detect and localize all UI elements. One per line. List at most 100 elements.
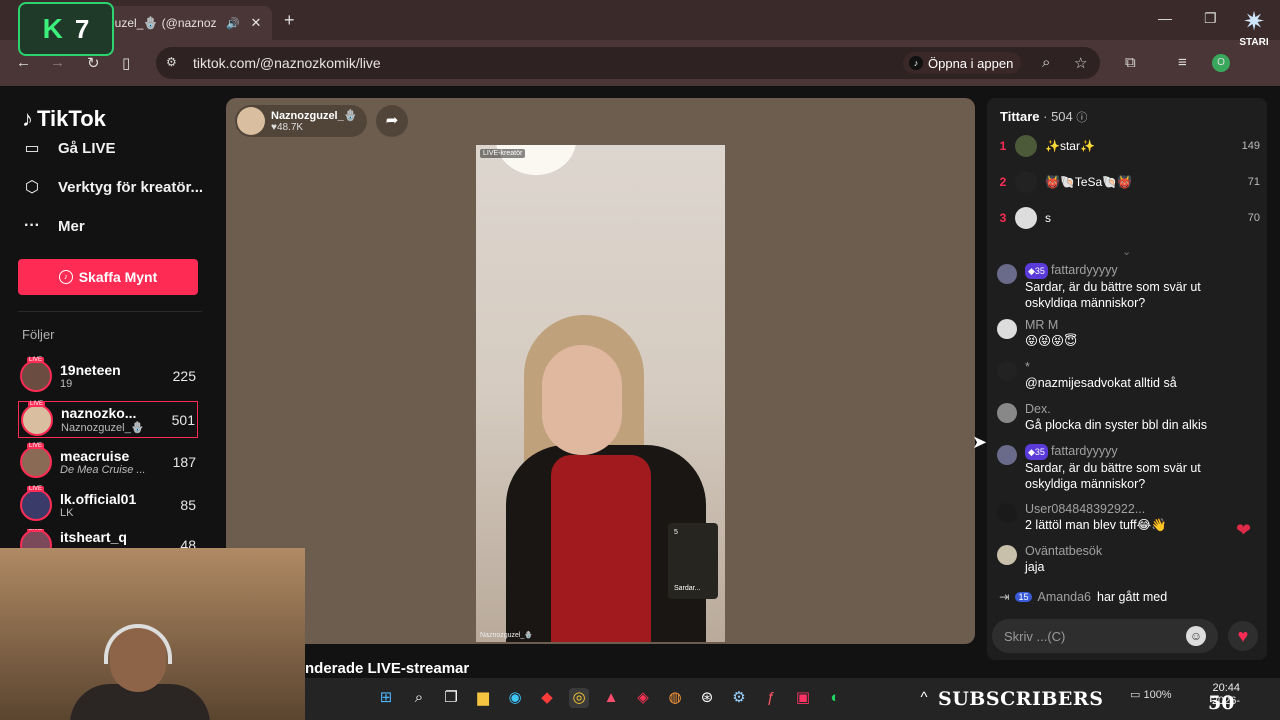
chat-user[interactable]: MR M: [1025, 317, 1077, 333]
tiktok-logo-text: TikTok: [37, 106, 106, 131]
app-orange-icon[interactable]: ◍: [665, 688, 685, 708]
chat-user[interactable]: fattardyyyyy: [1051, 263, 1118, 277]
battery-status[interactable]: ▭ 100%: [1130, 688, 1172, 701]
chat-input[interactable]: Skriv ...(C) ☺: [992, 619, 1218, 653]
following-item[interactable]: LIVE meacruise De Mea Cruise ... 187: [18, 443, 198, 481]
edge-icon[interactable]: ◉: [505, 688, 525, 708]
avatar: LIVE: [21, 400, 53, 436]
site-info-icon[interactable]: ⚙: [166, 55, 177, 69]
avatar: LIVE: [20, 486, 52, 521]
spotify-icon[interactable]: ◐: [825, 688, 845, 708]
host-info[interactable]: Naznozguzel_🪬 ♥48.7K: [235, 105, 368, 137]
nav-creator-tools[interactable]: ⬡ Verktyg för kreatör...: [22, 177, 203, 197]
app-tf-icon[interactable]: ƒ: [761, 688, 781, 708]
windows-start-icon[interactable]: ⊞: [376, 688, 396, 708]
chat-user[interactable]: User084848392922...: [1025, 501, 1167, 517]
steam-icon[interactable]: ⚙: [729, 688, 749, 708]
viewer-count: 85: [180, 497, 196, 513]
tiktok-logo[interactable]: ♪ TikTok: [22, 106, 106, 132]
viewer-rank: 1: [999, 139, 1007, 153]
creator-tools-icon: ⬡: [25, 179, 39, 196]
tray-chevron-up-icon[interactable]: ^: [914, 688, 934, 708]
app-pink-icon[interactable]: ▲: [601, 688, 621, 708]
speaker-icon[interactable]: 🔊: [226, 17, 240, 30]
subscribers-overlay: SUBSCRIBERS: [938, 688, 1104, 710]
battery-icon: ▭: [1130, 689, 1144, 701]
open-in-app-button[interactable]: ♪ Öppna i appen: [903, 52, 1022, 74]
gifter-badge: ◆35: [1025, 444, 1048, 460]
top-viewer-row[interactable]: 3 s 70: [996, 205, 1260, 231]
nav-go-live-label: Gå LIVE: [58, 139, 116, 157]
reload-icon[interactable]: ↻: [87, 54, 100, 72]
chat-user[interactable]: Dex.: [1025, 401, 1207, 417]
bookmark-star-icon[interactable]: ☆: [1074, 54, 1087, 72]
following-item[interactable]: LIVE itsheart_q 48: [18, 529, 198, 549]
media-control-icon[interactable]: ≡: [1178, 54, 1187, 71]
chat-user[interactable]: fattardyyyyy: [1051, 444, 1118, 458]
new-tab-icon[interactable]: +: [284, 10, 295, 31]
app-shield-icon[interactable]: ◈: [633, 688, 653, 708]
chat-avatar: [997, 545, 1017, 565]
task-view-icon[interactable]: ❐: [441, 688, 461, 708]
streamer-face: [542, 345, 622, 455]
chat-user[interactable]: Oväntatbesök: [1025, 543, 1102, 559]
host-avatar[interactable]: [237, 107, 265, 135]
video-credit: Naznozguzel_🪬: [480, 632, 534, 639]
file-explorer-icon[interactable]: ▆: [473, 688, 493, 708]
chat-text: 😝😝😝😇: [1025, 334, 1078, 348]
guest-label: Sardar...: [674, 585, 701, 592]
chat-input-placeholder: Skriv ...(C): [1004, 628, 1066, 644]
top-viewer-row[interactable]: 2 👹🐚TeSa🐚👹 71: [996, 169, 1260, 195]
app-red-icon[interactable]: ◆: [537, 688, 557, 708]
following-subname: 19: [60, 378, 73, 390]
chat-message: ◆35 fattardyyyyy Sardar, är du bättre som …: [997, 262, 1227, 308]
app-gray-icon[interactable]: ⊛: [697, 688, 717, 708]
live-video[interactable]: LIVE-kreatör 5 Sardar... Naznozguzel_🪬: [476, 145, 725, 642]
share-icon[interactable]: ➦: [376, 105, 408, 137]
following-name: itsheart_q: [60, 529, 127, 545]
extensions-icon[interactable]: ⧉: [1125, 54, 1136, 71]
get-coins-button[interactable]: ♪ Skaffa Mynt: [18, 259, 198, 295]
live-creator-tag: LIVE-kreatör: [480, 149, 526, 158]
chevron-down-icon[interactable]: ⌄: [1122, 245, 1131, 258]
headphones: [104, 624, 172, 664]
following-item-active[interactable]: LIVE naznozko... Naznozguzel_🪬 501: [18, 400, 198, 438]
viewer-name: s: [1045, 211, 1051, 225]
chat-text: Gå plocka din syster bbl din alkis: [1025, 418, 1208, 432]
restore-icon[interactable]: ❐: [1204, 10, 1217, 27]
nav-go-live[interactable]: ▭ Gå LIVE: [22, 138, 116, 158]
app-pink2-icon[interactable]: ▣: [793, 688, 813, 708]
chat-text: Sardar, är du bättre som svär ut oskyldi…: [1025, 280, 1201, 308]
zoom-icon[interactable]: ⌕: [1042, 54, 1050, 71]
browser-tab[interactable]: guzel_🪬 (@naznoz 🔊 ✕: [100, 6, 272, 40]
webcam-overlay: [0, 548, 305, 720]
guest-window[interactable]: 5 Sardar...: [668, 523, 718, 599]
join-user[interactable]: Amanda6: [1038, 590, 1092, 604]
like-heart-button[interactable]: ♥: [1228, 621, 1258, 651]
viewer-rank: 2: [999, 175, 1007, 189]
avatar: LIVE: [20, 529, 52, 549]
emoji-icon[interactable]: ☺: [1186, 626, 1206, 646]
floating-heart-icon: ❤: [1236, 520, 1252, 540]
following-item[interactable]: LIVE lk.official01 LK 85: [18, 486, 198, 524]
nav-more[interactable]: ··· Mer: [22, 217, 85, 235]
forward-icon[interactable]: →: [50, 54, 65, 71]
chat-user[interactable]: *: [1025, 359, 1177, 375]
following-name: 19neteen: [60, 362, 121, 378]
guest-count: 5: [674, 529, 678, 536]
split-view-icon[interactable]: ▯: [122, 54, 130, 72]
search-icon[interactable]: ⌕: [409, 688, 429, 708]
viewer-name: ✨star✨: [1045, 139, 1095, 153]
info-icon[interactable]: ⓘ: [1076, 112, 1087, 124]
profile-avatar[interactable]: O: [1212, 54, 1230, 72]
k7-letter: K: [42, 13, 63, 44]
tab-title: guzel_🪬 (@naznoz: [108, 16, 217, 30]
back-icon[interactable]: ←: [16, 54, 31, 71]
minimize-icon[interactable]: —: [1158, 10, 1172, 26]
k7-overlay-badge: K 7: [18, 2, 114, 56]
close-tab-icon[interactable]: ✕: [248, 15, 264, 31]
chrome-icon[interactable]: ◎: [569, 688, 589, 708]
following-item[interactable]: LIVE 19neteen 19 225: [18, 357, 198, 395]
top-viewer-row[interactable]: 1 ✨star✨ 149: [996, 133, 1260, 159]
viewer-avatar: [1015, 207, 1037, 229]
